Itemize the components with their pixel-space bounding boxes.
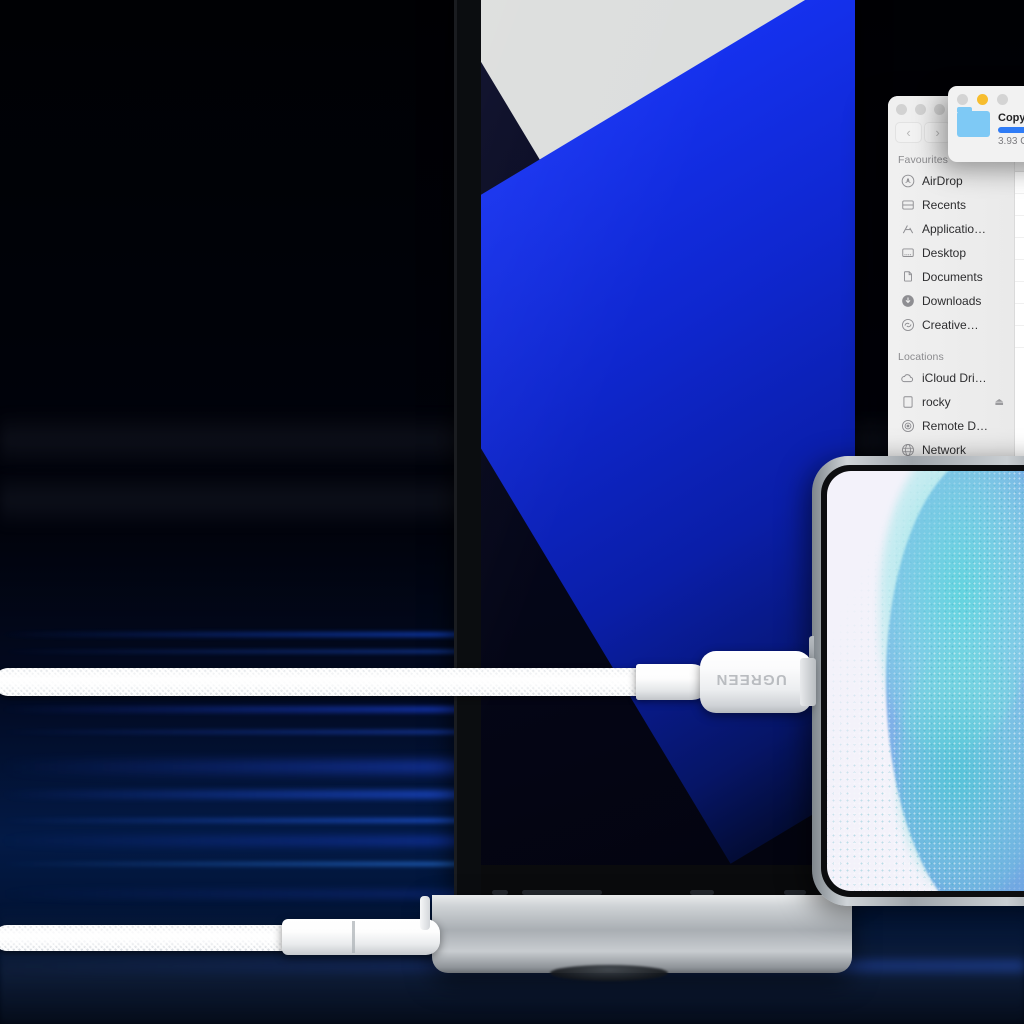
table-row[interactable] xyxy=(1015,259,1024,282)
sidebar-item-airdrop[interactable]: AirDrop xyxy=(888,169,1014,193)
table-row[interactable] xyxy=(1015,171,1024,194)
blue-folder-icon xyxy=(957,107,990,137)
second-cable-connector xyxy=(282,919,440,955)
sidebar-item-label: Network xyxy=(922,443,967,457)
dialog-body: Copyi… 3.93 G… xyxy=(948,105,1024,147)
sidebar-item-label: iCloud Dri… xyxy=(922,371,987,385)
icloud-icon xyxy=(900,371,915,386)
second-cable-cord xyxy=(420,896,430,930)
phone-bezel xyxy=(821,465,1024,897)
sidebar-item-label: Documents xyxy=(922,270,983,284)
close-button-icon[interactable] xyxy=(896,104,907,115)
laptop-screen xyxy=(481,0,855,867)
table-row[interactable] xyxy=(1015,193,1024,216)
downloads-icon xyxy=(900,294,915,309)
back-button[interactable]: ‹ xyxy=(895,122,922,143)
sidebar-item-icloud-drive[interactable]: iCloud Dri… xyxy=(888,366,1014,390)
zoom-button-icon[interactable] xyxy=(997,94,1008,105)
applications-icon xyxy=(900,222,915,237)
laptop-foot xyxy=(550,965,668,981)
sidebar-item-remote-disc[interactable]: Remote D… xyxy=(888,414,1014,438)
usb-cable-braided xyxy=(0,668,654,696)
sidebar-item-creative-cloud[interactable]: Creative… xyxy=(888,313,1014,337)
table-row[interactable] xyxy=(1015,303,1024,326)
finder-nav-buttons[interactable]: ‹ › xyxy=(895,122,951,143)
sidebar-item-label: Applicatio… xyxy=(922,222,987,236)
second-cable-braided xyxy=(0,925,294,951)
sidebar-item-desktop[interactable]: Desktop xyxy=(888,241,1014,265)
usb-connector-housing: UGREEN xyxy=(700,651,812,713)
recents-icon xyxy=(900,198,915,213)
smartphone xyxy=(809,456,1024,906)
sidebar-item-label: AirDrop xyxy=(922,174,963,188)
second-connector-seam xyxy=(352,921,355,953)
sidebar-item-documents[interactable]: Documents xyxy=(888,265,1014,289)
ugreen-brand-label: UGREEN xyxy=(715,671,787,688)
desktop-icon xyxy=(900,246,915,261)
close-button-icon[interactable] xyxy=(957,94,968,105)
table-row[interactable] xyxy=(1015,237,1024,260)
minimize-button-icon[interactable] xyxy=(977,94,988,105)
usb-connector-tip xyxy=(800,658,816,706)
copy-progress-dialog[interactable]: Copyi… 3.93 G… xyxy=(948,86,1024,162)
minimize-button-icon[interactable] xyxy=(915,104,926,115)
cable-strain-relief: A 6 xyxy=(636,664,710,700)
progress-bar xyxy=(998,127,1024,133)
sidebar-item-label: rocky xyxy=(922,395,951,409)
copy-size-label: 3.93 G… xyxy=(998,136,1024,147)
copy-status-title: Copyi… xyxy=(998,112,1024,124)
phone-screen[interactable] xyxy=(827,471,1024,891)
sidebar-item-label: Remote D… xyxy=(922,419,989,433)
eject-icon[interactable]: ⏏ xyxy=(995,397,1004,408)
progress-bar-fill xyxy=(998,127,1024,133)
laptop-lid xyxy=(454,0,855,895)
hard-drive-icon xyxy=(900,395,915,410)
macbook xyxy=(432,0,855,990)
sidebar-item-recents[interactable]: Recents xyxy=(888,193,1014,217)
sidebar-item-label: Downloads xyxy=(922,294,982,308)
table-row[interactable] xyxy=(1015,281,1024,304)
table-row[interactable] xyxy=(1015,325,1024,348)
sidebar-item-label: Recents xyxy=(922,198,967,212)
product-scene: Nam… ‹ › xyxy=(0,0,1024,1024)
wallpaper-particle-texture xyxy=(827,471,1024,891)
optical-disc-icon xyxy=(900,419,915,434)
documents-icon xyxy=(900,270,915,285)
table-row[interactable] xyxy=(1015,215,1024,238)
dialog-traffic-lights[interactable] xyxy=(948,86,1024,105)
sidebar-item-label: Creative… xyxy=(922,318,979,332)
sidebar-item-label: Desktop xyxy=(922,246,967,260)
airdrop-icon xyxy=(900,174,915,189)
sidebar-item-applications[interactable]: Applicatio… xyxy=(888,217,1014,241)
creative-cloud-icon xyxy=(900,318,915,333)
traffic-lights[interactable] xyxy=(896,104,945,115)
sidebar-item-rocky[interactable]: rocky ⏏ xyxy=(888,390,1014,414)
sidebar-section-locations-header: Locations xyxy=(898,351,944,363)
laptop-base xyxy=(432,895,852,973)
zoom-button-icon[interactable] xyxy=(934,104,945,115)
laptop-wallpaper xyxy=(481,0,855,867)
forward-button[interactable]: › xyxy=(924,122,951,143)
sidebar-item-downloads[interactable]: Downloads xyxy=(888,289,1014,313)
